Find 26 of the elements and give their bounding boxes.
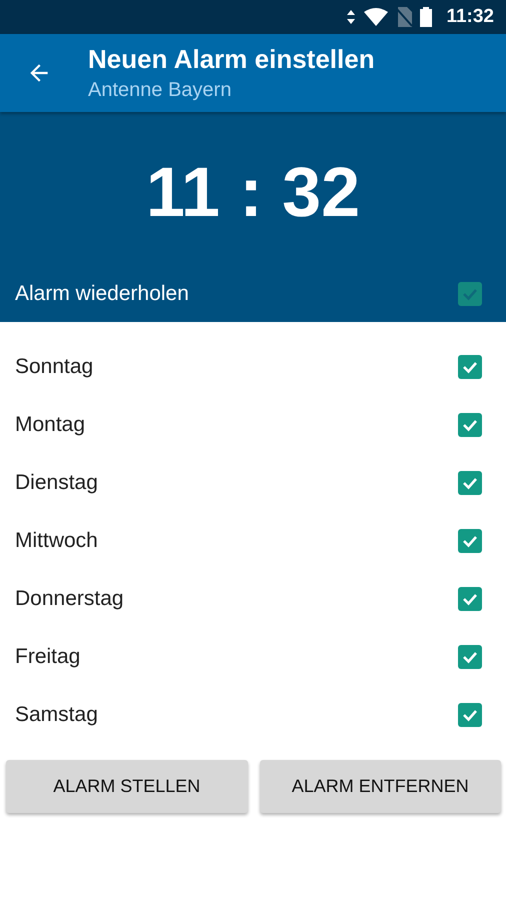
weekday-checkbox[interactable] bbox=[458, 471, 482, 495]
weekday-checkbox[interactable] bbox=[458, 529, 482, 553]
weekday-label: Donnerstag bbox=[15, 587, 124, 611]
clock-time: 11:32 bbox=[446, 6, 494, 28]
weekday-checkbox[interactable] bbox=[458, 645, 482, 669]
weekday-checkbox[interactable] bbox=[458, 703, 482, 727]
weekday-label: Freitag bbox=[15, 645, 80, 669]
repeat-label: Alarm wiederholen bbox=[15, 282, 189, 306]
no-sim-icon bbox=[396, 7, 412, 27]
battery-icon bbox=[420, 7, 432, 27]
remove-alarm-button[interactable]: ALARM ENTFERNEN bbox=[260, 760, 501, 813]
weekday-label: Mittwoch bbox=[15, 529, 98, 553]
weekday-label: Samstag bbox=[15, 703, 98, 727]
repeat-checkbox[interactable] bbox=[458, 282, 482, 306]
wifi-icon bbox=[364, 8, 388, 26]
weekday-label: Montag bbox=[15, 413, 86, 437]
set-alarm-button[interactable]: ALARM STELLEN bbox=[6, 760, 248, 813]
weekday-checkbox[interactable] bbox=[458, 355, 482, 379]
weekday-label: Dienstag bbox=[15, 471, 98, 495]
data-arrows-icon bbox=[346, 9, 356, 25]
weekday-checkbox[interactable] bbox=[458, 587, 482, 611]
screen-title: Neuen Alarm einstellen bbox=[88, 44, 375, 75]
alarm-time[interactable]: 11 : 32 bbox=[146, 152, 360, 232]
weekday-checkbox[interactable] bbox=[458, 413, 482, 437]
weekday-label: Sonntag bbox=[15, 355, 94, 379]
screen-subtitle: Antenne Bayern bbox=[88, 79, 232, 102]
